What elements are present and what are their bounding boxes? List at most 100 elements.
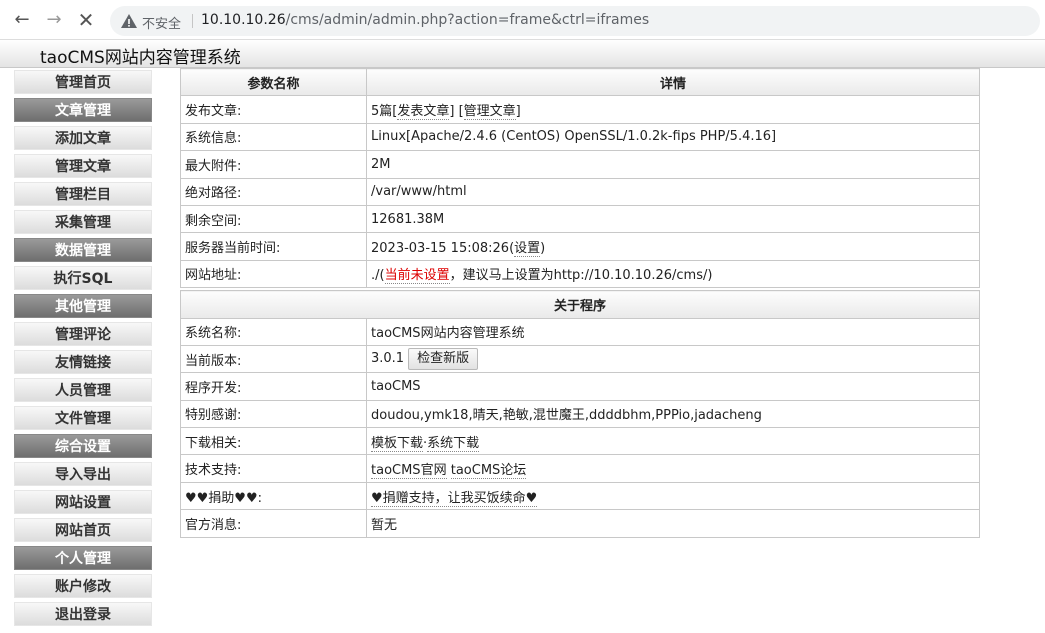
sidebar-item[interactable]: 执行SQL (14, 266, 152, 290)
row-value: Linux[Apache/2.4.6 (CentOS) OpenSSL/1.0.… (366, 122, 980, 152)
sidebar-item[interactable]: 人员管理 (14, 378, 152, 402)
sidebar-item[interactable]: 退出登录 (14, 602, 152, 626)
sidebar-item[interactable]: 友情链接 (14, 350, 152, 374)
row-label: 发布文章: (180, 95, 367, 124)
app-header: taoCMS网站内容管理系统 (0, 40, 1045, 68)
table-row: 服务器当前时间: 2023-03-15 15:08:26(设置) (180, 232, 980, 261)
table-row: 下载相关: 模板下载·系统下载 (180, 427, 980, 456)
sidebar-item[interactable]: 文件管理 (14, 406, 152, 430)
official-site-link[interactable]: taoCMS官网 (371, 463, 447, 480)
row-value: 模板下载·系统下载 (366, 427, 980, 456)
row-label: 网站地址: (180, 259, 367, 289)
site-prefix: ./( (371, 268, 385, 284)
app-title: taoCMS网站内容管理系统 (40, 48, 241, 68)
check-update-button[interactable]: 检查新版 (408, 348, 479, 371)
back-icon[interactable]: ← (12, 10, 32, 30)
row-value: 2023-03-15 15:08:26(设置) (366, 232, 980, 261)
system-download-link[interactable]: 系统下载 (427, 435, 480, 452)
table-header-row: 关于程序 (180, 290, 980, 319)
table-row: 网站地址: ./(当前未设置，建议马上设置为http://10.10.10.26… (180, 259, 980, 289)
row-value: 2M (366, 150, 980, 179)
row-label: 最大附件: (180, 150, 367, 179)
main-content: 参数名称 详情 发布文章: 5篇[发表文章] [管理文章] 系统信息: Linu… (180, 67, 980, 538)
sidebar-item[interactable]: 管理评论 (14, 322, 152, 346)
stop-icon[interactable]: ✕ (76, 10, 96, 30)
table-row: 当前版本: 3.0.1 检查新版 (180, 344, 980, 374)
row-value: ./(当前未设置，建议马上设置为http://10.10.10.26/cms/) (366, 259, 980, 289)
table-row: 技术支持: taoCMS官网 taoCMS论坛 (180, 454, 980, 483)
row-label: 系统信息: (180, 122, 367, 152)
table-row: 剩余空间: 12681.38M (180, 204, 980, 234)
table-row: 系统信息: Linux[Apache/2.4.6 (CentOS) OpenSS… (180, 122, 980, 152)
table-row: 绝对路径: /var/www/html (180, 177, 980, 206)
table-row: 系统名称: taoCMS网站内容管理系统 (180, 317, 980, 346)
row-label: 技术支持: (180, 454, 367, 483)
row-value: taoCMS官网 taoCMS论坛 (366, 454, 980, 483)
manage-article-link[interactable]: 管理文章 (463, 104, 516, 121)
sidebar-item[interactable]: 导入导出 (14, 462, 152, 486)
row-label: 特别感谢: (180, 399, 367, 429)
about-table: 关于程序 系统名称: taoCMS网站内容管理系统 当前版本: 3.0.1 检查新… (180, 290, 980, 538)
time-settings-link[interactable]: 设置 (514, 241, 541, 258)
row-label: 当前版本: (180, 344, 367, 374)
table-row: 特别感谢: doudou,ymk18,晴天,艳敏,混世魔王,ddddbhm,PP… (180, 399, 980, 429)
url-text[interactable]: 10.10.10.26/cms/admin/admin.php?action=f… (201, 12, 649, 28)
template-download-link[interactable]: 模板下载 (371, 435, 424, 452)
sidebar: 管理首页文章管理添加文章管理文章管理栏目采集管理数据管理执行SQL 其他管理管理评… (14, 70, 152, 630)
address-bar[interactable]: 不安全 10.10.10.26/cms/admin/admin.php?acti… (110, 6, 1040, 36)
row-label: 服务器当前时间: (180, 232, 367, 261)
row-value: 12681.38M (366, 204, 980, 234)
table-row: 程序开发: taoCMS (180, 372, 980, 401)
row-label: 下载相关: (180, 427, 367, 456)
sidebar-group-header: 个人管理 (14, 546, 152, 570)
sidebar-group-header: 数据管理 (14, 238, 152, 262)
row-label: 绝对路径: (180, 177, 367, 206)
row-label: 系统名称: (180, 317, 367, 346)
col-param-name: 参数名称 (180, 67, 367, 97)
url-host: 10.10.10.26 (201, 12, 286, 28)
insecure-label[interactable]: 不安全 (142, 13, 181, 32)
row-value: taoCMS网站内容管理系统 (366, 317, 980, 346)
row-label: 官方消息: (180, 509, 367, 538)
sidebar-item[interactable]: 网站设置 (14, 490, 152, 514)
server-time: 2023-03-15 15:08:26 (371, 241, 510, 257)
table-row: 最大附件: 2M (180, 150, 980, 179)
row-label: 程序开发: (180, 372, 367, 401)
publish-count: 5篇 (371, 104, 393, 120)
url-path: /cms/admin/admin.php?action=frame&ctrl=i… (285, 12, 650, 28)
row-value: taoCMS (366, 372, 980, 401)
site-unset-link[interactable]: 当前未设置 (384, 268, 450, 285)
row-value: 3.0.1 检查新版 (366, 344, 980, 374)
site-suffix: ，建议马上设置为http://10.10.10.26/cms/) (449, 268, 713, 284)
sidebar-item[interactable]: 采集管理 (14, 210, 152, 234)
row-value: 暂无 (366, 509, 980, 538)
publish-article-link[interactable]: 发表文章 (397, 104, 450, 121)
sidebar-group-header: 文章管理 (14, 98, 152, 122)
address-divider (192, 14, 193, 28)
sidebar-group-header: 综合设置 (14, 434, 152, 458)
forum-link[interactable]: taoCMS论坛 (450, 463, 527, 480)
sidebar-item[interactable]: 管理文章 (14, 154, 152, 178)
row-label: 剩余空间: (180, 204, 367, 234)
sidebar-item[interactable]: 管理首页 (14, 70, 152, 94)
sidebar-item[interactable]: 管理栏目 (14, 182, 152, 206)
sidebar-item[interactable]: 添加文章 (14, 126, 152, 150)
row-value: /var/www/html (366, 177, 980, 206)
warning-icon[interactable] (120, 12, 138, 30)
forward-icon[interactable]: → (44, 10, 64, 30)
row-value: ♥捐赠支持，让我买饭续命♥ (366, 481, 980, 511)
sidebar-item[interactable]: 账户修改 (14, 574, 152, 598)
sidebar-group-header: 其他管理 (14, 294, 152, 318)
table-row: ♥♥捐助♥♥: ♥捐赠支持，让我买饭续命♥ (180, 481, 980, 511)
row-label: ♥♥捐助♥♥: (180, 481, 367, 511)
table-row: 发布文章: 5篇[发表文章] [管理文章] (180, 95, 980, 124)
version-value: 3.0.1 (371, 351, 405, 367)
table-header-row: 参数名称 详情 (180, 67, 980, 97)
about-heading: 关于程序 (180, 290, 980, 319)
sidebar-item[interactable]: 网站首页 (14, 518, 152, 542)
row-value: doudou,ymk18,晴天,艳敏,混世魔王,ddddbhm,PPPio,ja… (366, 399, 980, 429)
col-detail: 详情 (366, 67, 980, 97)
donate-link[interactable]: ♥捐赠支持，让我买饭续命♥ (371, 490, 538, 507)
params-table: 参数名称 详情 发布文章: 5篇[发表文章] [管理文章] 系统信息: Linu… (180, 67, 980, 289)
table-row: 官方消息: 暂无 (180, 509, 980, 538)
